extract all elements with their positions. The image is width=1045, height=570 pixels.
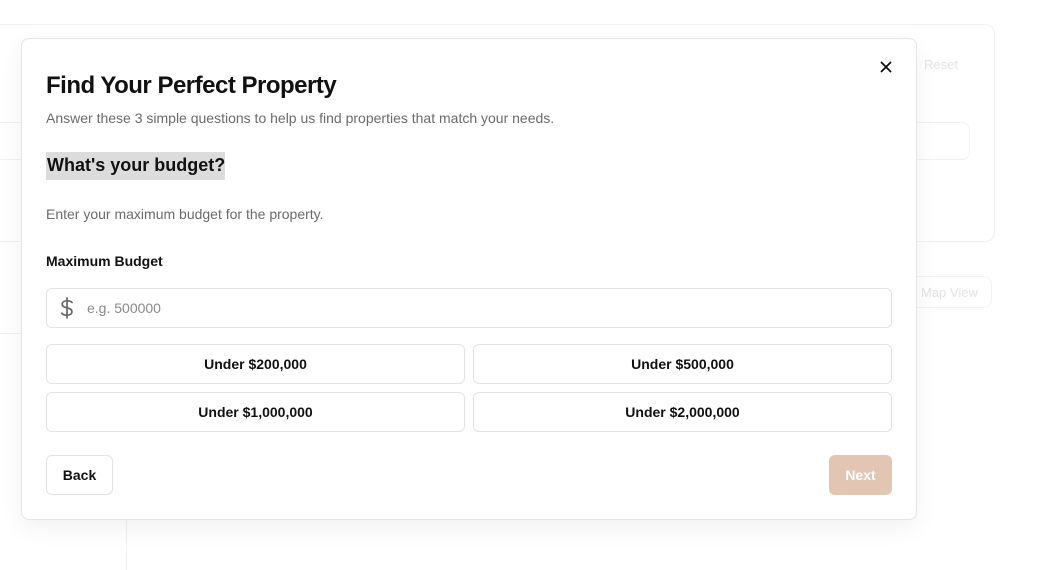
preset-under-500k-button[interactable]: Under $500,000 [473, 344, 892, 384]
dialog-title: Find Your Perfect Property [46, 72, 337, 99]
dollar-icon [47, 289, 87, 327]
dialog-description: Answer these 3 simple questions to help … [46, 110, 555, 126]
maximum-budget-label: Maximum Budget [46, 253, 163, 269]
background-reset-link: Reset [924, 57, 958, 72]
close-icon [880, 61, 892, 73]
budget-presets: Under $200,000 Under $500,000 Under $1,0… [46, 344, 892, 432]
preset-under-1m-button[interactable]: Under $1,000,000 [46, 392, 465, 432]
step-title: What's your budget? [46, 152, 226, 180]
budget-input[interactable] [87, 290, 877, 326]
next-button[interactable]: Next [829, 455, 892, 495]
step-description: Enter your maximum budget for the proper… [46, 206, 324, 222]
back-button[interactable]: Back [46, 455, 113, 495]
property-finder-dialog: Find Your Perfect Property Answer these … [21, 38, 917, 520]
budget-input-field [46, 288, 892, 328]
preset-under-200k-button[interactable]: Under $200,000 [46, 344, 465, 384]
background-map-view-button: Map View [908, 276, 992, 308]
close-button[interactable] [876, 57, 896, 77]
preset-under-2m-button[interactable]: Under $2,000,000 [473, 392, 892, 432]
